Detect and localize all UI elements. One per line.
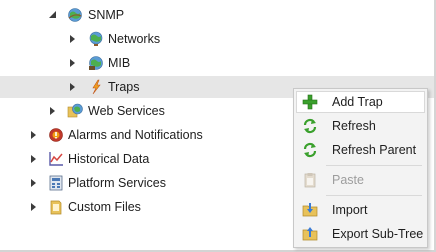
add-icon [302, 94, 318, 110]
menu-separator [326, 195, 422, 196]
menu-item-paste[interactable]: Paste [296, 169, 425, 191]
tree-item-label: Historical Data [68, 152, 150, 166]
menu-item-label: Export Sub-Tree [332, 227, 424, 241]
collapse-arrow-icon[interactable] [49, 10, 57, 20]
tree-item-label: Networks [108, 32, 161, 46]
expand-arrow-icon[interactable] [30, 130, 38, 140]
tree-item-networks[interactable]: Networks [0, 28, 434, 50]
menu-separator [326, 165, 422, 166]
tree-item-label: Traps [108, 80, 140, 94]
lightning-icon [92, 79, 101, 95]
expand-arrow-icon[interactable] [69, 58, 77, 68]
expand-arrow-icon[interactable] [30, 178, 38, 188]
tree-item-mib[interactable]: MIB [0, 52, 434, 74]
tree-item-label: Platform Services [68, 176, 166, 190]
folder-icon [50, 200, 62, 215]
menu-item-import[interactable]: Import [296, 199, 425, 221]
tree-item-label: Custom Files [68, 200, 141, 214]
globe-icon [89, 31, 103, 46]
menu-item-refresh-parent[interactable]: Refresh Parent [296, 139, 425, 161]
import-folder-icon [302, 203, 318, 217]
menu-item-label: Paste [332, 173, 364, 187]
platform-icon [49, 175, 63, 191]
menu-item-refresh[interactable]: Refresh [296, 115, 425, 137]
refresh-icon [303, 118, 317, 134]
expand-arrow-icon[interactable] [30, 154, 38, 164]
chart-icon [49, 152, 63, 166]
expand-arrow-icon[interactable] [30, 202, 38, 212]
expand-arrow-icon[interactable] [69, 34, 77, 44]
expand-arrow-icon[interactable] [69, 82, 77, 92]
expand-arrow-icon[interactable] [49, 106, 57, 116]
tree-item-label: Web Services [88, 104, 165, 118]
paste-icon [304, 173, 316, 188]
menu-item-export-sub-tree[interactable]: Export Sub-Tree [296, 223, 425, 245]
context-menu: Add Trap Refresh Refresh Parent Paste Im… [293, 88, 428, 248]
alarm-icon [49, 128, 63, 142]
mib-globe-icon [89, 56, 103, 70]
tree-item-label: Alarms and Notifications [68, 128, 203, 142]
export-folder-icon [302, 227, 318, 241]
web-services-icon [67, 103, 83, 118]
tree-item-label: SNMP [88, 8, 125, 22]
menu-item-label: Import [332, 203, 368, 217]
snmp-globe-icon [68, 8, 82, 22]
refresh-icon [303, 142, 317, 158]
menu-item-label: Add Trap [332, 95, 383, 109]
menu-item-label: Refresh [332, 119, 376, 133]
tree-item-label: MIB [108, 56, 131, 70]
menu-item-add-trap[interactable]: Add Trap [296, 91, 425, 113]
tree-item-snmp[interactable]: SNMP [0, 4, 434, 26]
menu-item-label: Refresh Parent [332, 143, 417, 157]
